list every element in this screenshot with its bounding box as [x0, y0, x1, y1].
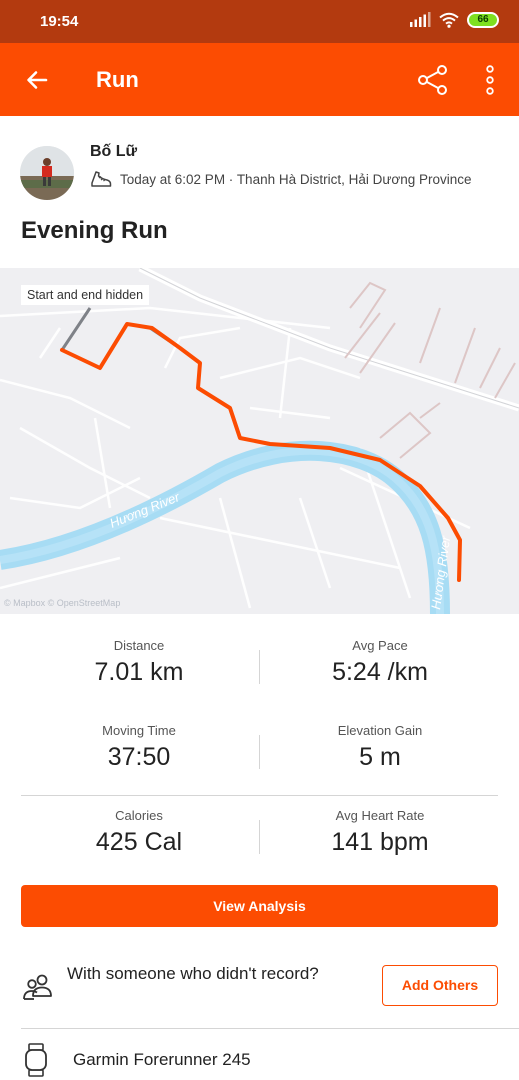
stat-divider [259, 820, 260, 854]
activity-meta: Today at 6:02 PM · Thanh Hà District, Hả… [90, 170, 472, 188]
share-icon [418, 65, 447, 95]
back-button[interactable] [22, 65, 52, 95]
activity-meta-text: Today at 6:02 PM · Thanh Hà District, Hả… [120, 171, 472, 187]
more-options-button[interactable] [478, 63, 502, 97]
device-name: Garmin Forerunner 245 [73, 1050, 251, 1069]
view-analysis-button[interactable]: View Analysis [21, 885, 498, 927]
stat-label: Avg Pace [352, 638, 408, 653]
stats-divider [21, 795, 498, 796]
stat-divider [259, 650, 260, 684]
athlete-name[interactable]: Bố Lữ [90, 143, 137, 161]
stat-value: 5:24 /km [332, 658, 428, 686]
stat-calories: Calories 425 Cal [14, 808, 264, 857]
stat-moving-time: Moving Time 37:50 [14, 723, 264, 772]
stat-value: 7.01 km [94, 658, 184, 686]
map-canvas: Hương River Hương River [0, 268, 519, 614]
activity-title: Evening Run [21, 217, 168, 244]
stat-label: Elevation Gain [337, 723, 423, 738]
share-button[interactable] [416, 63, 450, 97]
stat-label: Moving Time [102, 723, 176, 738]
stat-value: 37:50 [107, 743, 171, 771]
stat-value: 5 m [359, 743, 401, 771]
people-icon [23, 974, 52, 1000]
map-attribution[interactable]: © Mapbox © OpenStreetMap [4, 598, 120, 608]
signal-icon [410, 12, 431, 27]
with-someone-text: With someone who didn't record? [67, 964, 319, 983]
stat-elevation-gain: Elevation Gain 5 m [255, 723, 505, 772]
with-others-row: With someone who didn't record? Add Othe… [0, 955, 519, 1025]
stat-value: 141 bpm [331, 828, 429, 856]
route-map[interactable]: Hương River Hương River Start and end hi… [0, 268, 519, 614]
status-bar: 19:54 66 [0, 0, 519, 43]
status-icons: 66 [409, 12, 499, 28]
avatar[interactable] [20, 146, 74, 200]
stat-avg-heart-rate: Avg Heart Rate 141 bpm [255, 808, 505, 857]
more-vertical-icon [486, 65, 494, 95]
status-time: 19:54 [40, 13, 79, 30]
back-arrow-icon [27, 71, 48, 89]
stat-label: Calories [115, 808, 163, 823]
row-divider [21, 1028, 519, 1029]
stat-distance: Distance 7.01 km [14, 638, 264, 687]
athlete-header: Bố Lữ Today at 6:02 PM · Thanh Hà Distri… [20, 140, 500, 200]
device-row: Garmin Forerunner 245 [0, 1040, 519, 1080]
stat-value: 425 Cal [95, 828, 183, 856]
start-end-hidden-note: Start and end hidden [21, 285, 150, 305]
app-bar: Run [0, 43, 519, 116]
battery-icon: 66 [467, 12, 499, 28]
stat-label: Distance [113, 638, 165, 653]
stat-divider [259, 735, 260, 769]
stat-label: Avg Heart Rate [335, 808, 425, 823]
add-others-button[interactable]: Add Others [382, 965, 498, 1006]
stat-avg-pace: Avg Pace 5:24 /km [255, 638, 505, 687]
wifi-icon [439, 12, 459, 28]
shoe-icon [91, 171, 112, 187]
page-title: Run [96, 67, 139, 92]
watch-icon [25, 1043, 47, 1077]
